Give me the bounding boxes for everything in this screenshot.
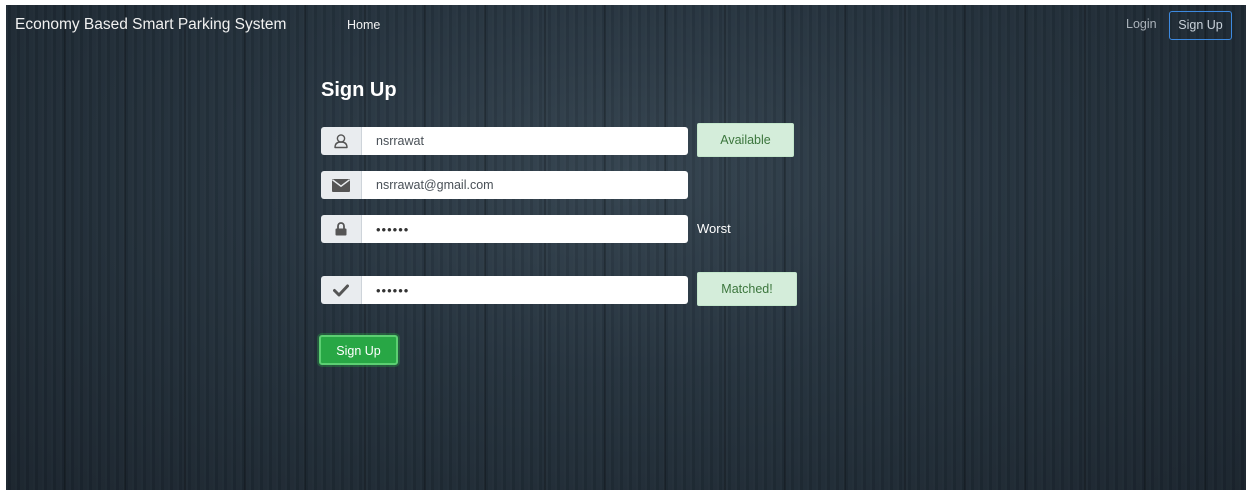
password-input-group (321, 215, 688, 243)
check-icon (321, 276, 362, 304)
email-input-group (321, 171, 688, 199)
password-strength-label: Worst (697, 221, 731, 236)
confirm-password-input[interactable] (362, 276, 688, 304)
user-icon (321, 127, 362, 155)
navbar: Economy Based Smart Parking System Home … (6, 5, 1246, 47)
nav-signup-button[interactable]: Sign Up (1169, 11, 1232, 40)
confirm-password-input-group (321, 276, 688, 304)
page-background: Economy Based Smart Parking System Home … (6, 5, 1246, 490)
username-input[interactable] (362, 127, 688, 155)
nav-login-link[interactable]: Login (1126, 17, 1157, 31)
lock-icon (321, 215, 362, 243)
username-available-badge: Available (697, 123, 794, 157)
envelope-icon (321, 171, 362, 199)
brand-title[interactable]: Economy Based Smart Parking System (15, 16, 286, 34)
username-input-group (321, 127, 688, 155)
nav-home-link[interactable]: Home (347, 18, 380, 32)
password-matched-badge: Matched! (697, 272, 797, 306)
form-title: Sign Up (321, 79, 397, 101)
password-input[interactable] (362, 215, 688, 243)
email-input[interactable] (362, 171, 688, 199)
signup-submit-button[interactable]: Sign Up (319, 335, 398, 365)
